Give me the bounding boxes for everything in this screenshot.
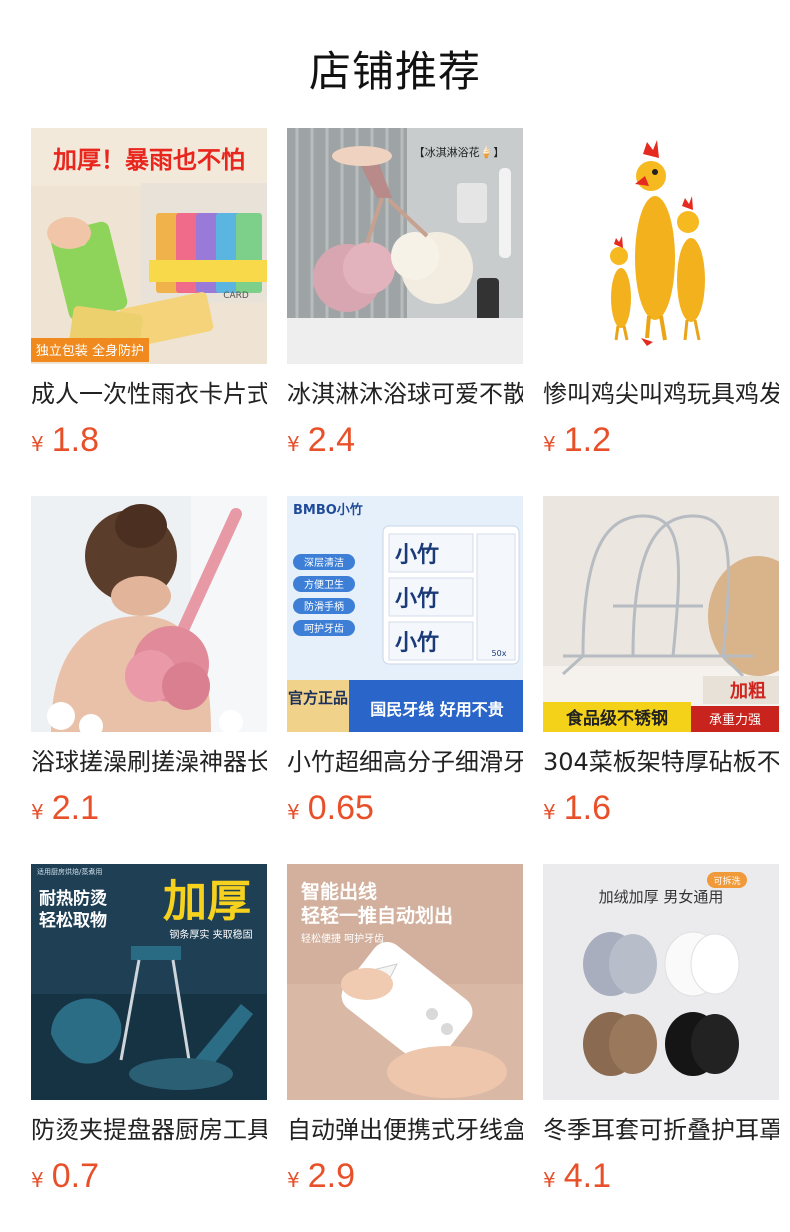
product-name[interactable]: 自动弹出便携式牙线盒 — [287, 1114, 523, 1146]
bath-puff-icon: 【冰淇淋浴花🍦】 — [287, 128, 523, 364]
currency-symbol: ¥ — [287, 1168, 300, 1192]
price-value: 2.9 — [307, 1157, 355, 1195]
svg-text:轻松取物: 轻松取物 — [39, 910, 107, 931]
svg-text:呵护牙齿: 呵护牙齿 — [304, 622, 344, 635]
floss-dispenser-icon: 智能出线 轻轻一推自动划出 轻松便捷 呵护牙齿 — [287, 864, 523, 1100]
price-value: 1.8 — [51, 421, 99, 459]
product-price: ¥2.1 — [31, 788, 267, 828]
currency-symbol: ¥ — [31, 800, 44, 824]
svg-text:适用厨房烘焙/蒸煮用: 适用厨房烘焙/蒸煮用 — [37, 867, 102, 876]
product-price: ¥0.65 — [287, 788, 523, 828]
product-price: ¥1.8 — [31, 420, 267, 460]
product-card[interactable]: 加粗 食品级不锈钢 承重力强 304菜板架特厚砧板不锈钢 ¥1.6 — [543, 496, 779, 864]
product-name[interactable]: 小竹超细高分子细滑牙线 — [287, 746, 523, 778]
svg-text:耐热防烫: 耐热防烫 — [39, 888, 108, 909]
product-image[interactable] — [543, 128, 779, 364]
svg-text:深层清洁: 深层清洁 — [304, 556, 344, 569]
product-card[interactable]: 适用厨房烘焙/蒸煮用 耐热防烫 轻松取物 加厚 钢条厚实 夹取稳固 防烫夹提盘器… — [31, 864, 267, 1232]
floss-box-icon: BMBO小竹 深层清洁 方便卫生 防滑手柄 呵护牙齿 小竹 小竹 小竹 50x — [287, 496, 523, 732]
page-title: 店铺推荐 — [308, 47, 481, 96]
product-card[interactable]: 加厚！暴雨也不怕 CARD 独立包装 全身防护 成人一次性雨衣卡片式 ¥1.8 — [31, 128, 267, 496]
currency-symbol: ¥ — [31, 1168, 44, 1192]
svg-text:钢条厚实 夹取稳固: 钢条厚实 夹取稳固 — [169, 928, 252, 941]
currency-symbol: ¥ — [543, 1168, 556, 1192]
product-card[interactable]: 智能出线 轻轻一推自动划出 轻松便捷 呵护牙齿 自动弹出便携式牙线盒 ¥2.9 — [287, 864, 523, 1232]
product-image[interactable]: 智能出线 轻轻一推自动划出 轻松便捷 呵护牙齿 — [287, 864, 523, 1100]
currency-symbol: ¥ — [287, 432, 300, 456]
earmuffs-icon: 可拆洗 加绒加厚 男女通用 — [543, 864, 779, 1100]
cutting-board-rack-icon: 加粗 食品级不锈钢 承重力强 — [543, 496, 779, 732]
product-image[interactable]: 加厚！暴雨也不怕 CARD 独立包装 全身防护 — [31, 128, 267, 364]
product-image[interactable]: 适用厨房烘焙/蒸煮用 耐热防烫 轻松取物 加厚 钢条厚实 夹取稳固 — [31, 864, 267, 1100]
brand-logo: BMBO小竹 — [293, 502, 363, 518]
price-value: 2.4 — [307, 421, 355, 459]
product-image[interactable] — [31, 496, 267, 732]
product-image[interactable]: 可拆洗 加绒加厚 男女通用 — [543, 864, 779, 1100]
product-name[interactable]: 冰淇淋沐浴球可爱不散 — [287, 378, 523, 410]
image-slogan: 国民牙线 好用不贵 — [370, 700, 504, 719]
product-image[interactable]: 加粗 食品级不锈钢 承重力强 — [543, 496, 779, 732]
svg-text:智能出线: 智能出线 — [301, 880, 377, 903]
product-price: ¥4.1 — [543, 1156, 779, 1196]
image-tag: 可拆洗 — [713, 875, 740, 887]
product-card[interactable]: 惨叫鸡尖叫鸡玩具鸡发泄 ¥1.2 — [543, 128, 779, 496]
price-value: 1.2 — [563, 421, 611, 459]
image-big-text: 加厚 — [163, 876, 251, 927]
raincoat-card-icon: 加厚！暴雨也不怕 CARD 独立包装 全身防护 — [31, 128, 267, 364]
svg-text:小竹: 小竹 — [395, 542, 439, 568]
image-caption: 【冰淇淋浴花🍦】 — [414, 146, 505, 159]
image-tag-text: 独立包装 全身防护 — [36, 343, 144, 359]
image-banner-text: 加厚！暴雨也不怕 — [53, 146, 245, 174]
svg-text:防滑手柄: 防滑手柄 — [304, 600, 344, 613]
price-value: 0.65 — [307, 789, 374, 827]
currency-symbol: ¥ — [31, 432, 44, 456]
product-price: ¥1.2 — [543, 420, 779, 460]
currency-symbol: ¥ — [287, 800, 300, 824]
product-name[interactable]: 浴球搓澡刷搓澡神器长柄 — [31, 746, 267, 778]
image-tag: 加粗 — [729, 680, 766, 702]
price-value: 1.6 — [563, 789, 611, 827]
price-value: 2.1 — [51, 789, 99, 827]
svg-text:50x: 50x — [492, 649, 507, 658]
product-price: ¥1.6 — [543, 788, 779, 828]
product-price: ¥2.4 — [287, 420, 523, 460]
product-card[interactable]: 浴球搓澡刷搓澡神器长柄 ¥2.1 — [31, 496, 267, 864]
product-name[interactable]: 冬季耳套可折叠护耳罩 — [543, 1114, 779, 1146]
image-title: 加绒加厚 男女通用 — [599, 888, 724, 906]
product-name[interactable]: 防烫夹提盘器厨房工具 — [31, 1114, 267, 1146]
product-card[interactable]: BMBO小竹 深层清洁 方便卫生 防滑手柄 呵护牙齿 小竹 小竹 小竹 50x — [287, 496, 523, 864]
anti-scald-clip-icon: 适用厨房烘焙/蒸煮用 耐热防烫 轻松取物 加厚 钢条厚实 夹取稳固 — [31, 864, 267, 1100]
currency-symbol: ¥ — [543, 432, 556, 456]
product-card[interactable]: 可拆洗 加绒加厚 男女通用 冬季耳套可折叠护耳罩 ¥4.1 — [543, 864, 779, 1232]
product-grid: 加厚！暴雨也不怕 CARD 独立包装 全身防护 成人一次性雨衣卡片式 ¥1.8 — [31, 128, 779, 1232]
official-badge: 官方正品 — [288, 689, 348, 707]
svg-text:CARD: CARD — [223, 291, 249, 301]
product-card[interactable]: 【冰淇淋浴花🍦】 冰淇淋沐浴球可爱不散 ¥2.4 — [287, 128, 523, 496]
screaming-chicken-icon — [543, 128, 779, 364]
product-name[interactable]: 304菜板架特厚砧板不锈钢 — [543, 746, 779, 778]
product-price: ¥2.9 — [287, 1156, 523, 1196]
product-image[interactable]: 【冰淇淋浴花🍦】 — [287, 128, 523, 364]
svg-text:承重力强: 承重力强 — [709, 712, 761, 728]
product-price: ¥0.7 — [31, 1156, 267, 1196]
product-name[interactable]: 成人一次性雨衣卡片式 — [31, 378, 267, 410]
svg-text:轻轻一推自动划出: 轻轻一推自动划出 — [301, 904, 453, 927]
svg-text:方便卫生: 方便卫生 — [304, 578, 344, 591]
product-image[interactable]: BMBO小竹 深层清洁 方便卫生 防滑手柄 呵护牙齿 小竹 小竹 小竹 50x — [287, 496, 523, 732]
svg-text:轻松便捷 呵护牙齿: 轻松便捷 呵护牙齿 — [301, 932, 384, 945]
price-value: 0.7 — [51, 1157, 99, 1195]
product-name[interactable]: 惨叫鸡尖叫鸡玩具鸡发泄 — [543, 378, 779, 410]
svg-text:小竹: 小竹 — [395, 630, 439, 656]
price-value: 4.1 — [563, 1157, 611, 1195]
bath-brush-icon — [31, 496, 267, 732]
image-banner-text: 食品级不锈钢 — [566, 708, 668, 729]
currency-symbol: ¥ — [543, 800, 556, 824]
svg-text:小竹: 小竹 — [395, 586, 439, 612]
